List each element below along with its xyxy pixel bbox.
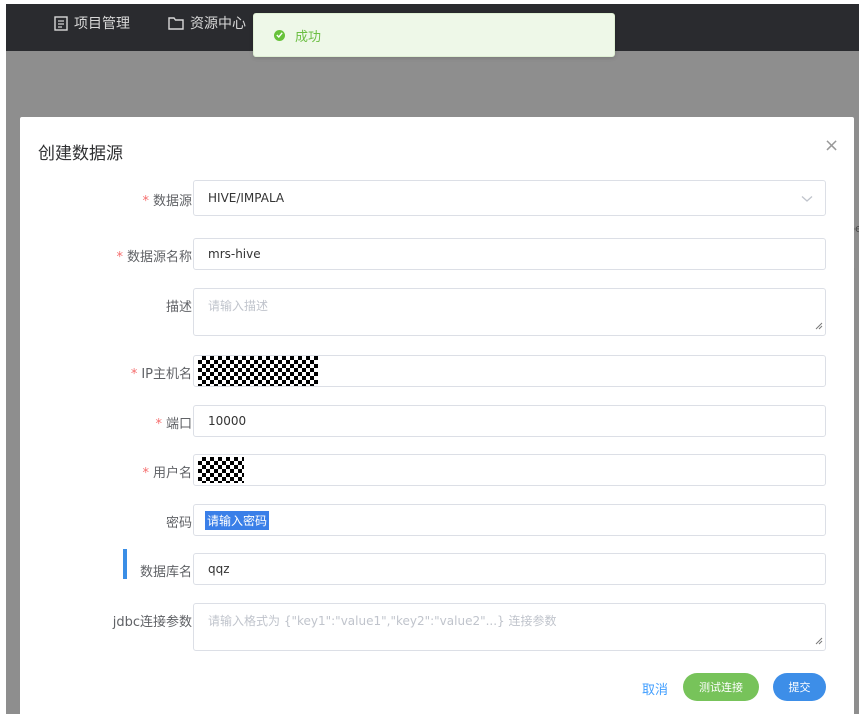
description-textarea[interactable]: 请输入描述 bbox=[193, 288, 826, 336]
document-icon bbox=[54, 15, 68, 31]
port-value: 10000 bbox=[208, 414, 247, 428]
focus-indicator bbox=[123, 549, 127, 579]
host-input[interactable] bbox=[193, 355, 826, 387]
form-label: 密码 bbox=[165, 516, 192, 531]
form-label: * 用户名 bbox=[142, 462, 192, 481]
label-text: 端口 bbox=[165, 417, 192, 432]
form-label: 描述 bbox=[165, 300, 192, 315]
username-input[interactable] bbox=[193, 454, 826, 486]
datasource-select[interactable]: HIVE/IMPALA bbox=[193, 180, 826, 216]
required-asterisk: * bbox=[142, 466, 149, 481]
label-text: 用户名 bbox=[152, 466, 192, 481]
resize-grip-icon[interactable] bbox=[815, 319, 823, 333]
toast-message: 成功 bbox=[295, 29, 322, 45]
label-text: 数据源 bbox=[152, 194, 192, 209]
form-label: * 数据源名称 bbox=[116, 246, 192, 265]
test-connection-button[interactable]: 测试连接 bbox=[683, 673, 759, 701]
label-text: 数据源名称 bbox=[126, 250, 192, 265]
password-input[interactable]: 请输入密码 bbox=[193, 504, 826, 536]
port-input[interactable]: 10000 bbox=[193, 405, 826, 437]
form-label: * 数据源 bbox=[142, 190, 192, 209]
folder-icon bbox=[168, 16, 184, 30]
close-icon[interactable]: × bbox=[824, 137, 839, 155]
chevron-down-icon bbox=[801, 192, 813, 206]
resize-grip-icon[interactable] bbox=[815, 634, 823, 648]
submit-button[interactable]: 提交 bbox=[773, 673, 826, 701]
datasource-name-value: mrs-hive bbox=[208, 247, 261, 261]
description-placeholder: 请输入描述 bbox=[208, 299, 269, 313]
dialog-footer: 取消 测试连接 提交 bbox=[20, 673, 854, 703]
form-label: 数据库名 bbox=[139, 565, 192, 580]
form-label: * IP主机名 bbox=[131, 363, 192, 382]
app-frame: 项目管理 资源中心 pe o 成功 创建数据源 × *数据源 HIVE/IMPA… bbox=[6, 4, 859, 714]
jdbc-params-placeholder: 请输入格式为 {"key1":"value1","key2":"value2".… bbox=[208, 614, 557, 628]
database-name-value: qqz bbox=[208, 562, 230, 576]
redacted-username-value bbox=[198, 457, 244, 483]
check-circle-icon bbox=[274, 29, 285, 41]
required-asterisk: * bbox=[155, 417, 162, 432]
cancel-button[interactable]: 取消 bbox=[642, 679, 668, 698]
jdbc-params-textarea[interactable]: 请输入格式为 {"key1":"value1","key2":"value2".… bbox=[193, 603, 826, 651]
database-name-input[interactable]: qqz bbox=[193, 553, 826, 585]
label-text: IP主机名 bbox=[141, 367, 192, 382]
success-toast: 成功 bbox=[253, 13, 615, 57]
form-label: * 端口 bbox=[155, 413, 192, 432]
dialog-title: 创建数据源 bbox=[38, 144, 123, 164]
datasource-select-value: HIVE/IMPALA bbox=[208, 191, 285, 205]
nav-item-label: 项目管理 bbox=[74, 16, 130, 32]
create-datasource-dialog: 创建数据源 × * 数据源 HIVE/IMPALA * 数据源名称 mrs-hive… bbox=[20, 117, 854, 714]
nav-item-project-management[interactable]: 项目管理 bbox=[54, 12, 130, 34]
required-asterisk: * bbox=[130, 367, 138, 382]
nav-item-resource-center[interactable]: 资源中心 bbox=[168, 12, 246, 34]
password-selected-placeholder: 请输入密码 bbox=[205, 510, 270, 530]
nav-item-label: 资源中心 bbox=[190, 16, 246, 32]
form-label: jdbc连接参数 bbox=[112, 615, 192, 630]
redacted-host-value bbox=[198, 356, 318, 386]
required-asterisk: * bbox=[142, 194, 149, 209]
required-asterisk: * bbox=[116, 250, 123, 265]
datasource-name-input[interactable]: mrs-hive bbox=[193, 238, 826, 270]
